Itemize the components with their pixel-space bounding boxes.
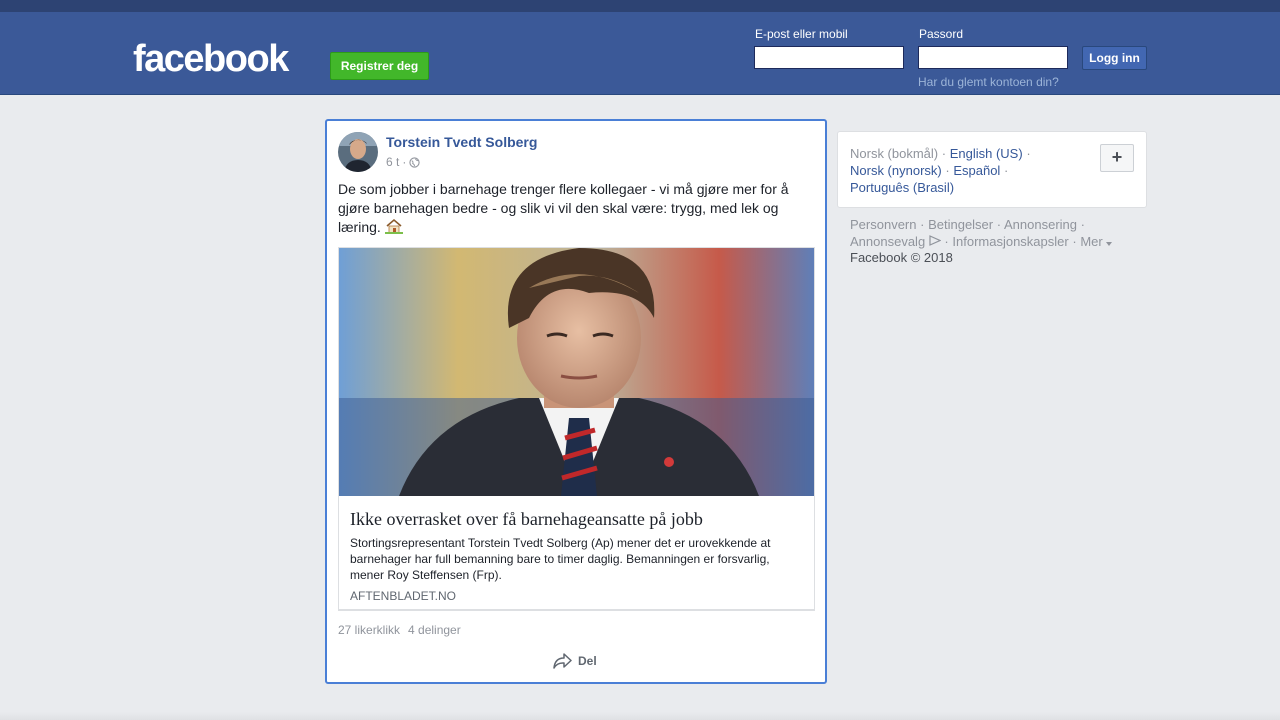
meta-separator: · <box>402 155 407 169</box>
post-meta: 6 t · <box>386 155 420 169</box>
language-list: Norsk (bokmål) · English (US) · Norsk (n… <box>850 145 1090 196</box>
link-title[interactable]: Ikke overrasket over få barnehageansatte… <box>350 508 790 530</box>
dot-separator: · <box>941 146 947 161</box>
language-box: Norsk (bokmål) · English (US) · Norsk (n… <box>837 131 1147 208</box>
link-domain: AFTENBLADET.NO <box>350 589 457 603</box>
footer-link[interactable]: Betingelser <box>928 217 993 232</box>
dot-separator: · <box>945 163 950 178</box>
post-stats: 27 likerklikk 4 delinger <box>338 623 461 637</box>
globe-icon <box>409 156 420 168</box>
current-language: Norsk (bokmål) <box>850 146 939 161</box>
author-name[interactable]: Torstein Tvedt Solberg <box>386 134 537 150</box>
footer-link[interactable]: Personvern <box>850 217 916 232</box>
link-body: Ikke overrasket over få barnehageansatte… <box>350 508 790 603</box>
footer-link[interactable]: Annonsevalg <box>850 234 925 249</box>
dot-separator: · <box>1003 163 1009 178</box>
footer-link[interactable]: Annonsering <box>1004 217 1077 232</box>
bottom-edge <box>0 712 1280 720</box>
post-text: De som jobber i barnehage trenger flere … <box>338 180 808 237</box>
like-count[interactable]: 27 likerklikk <box>338 623 400 637</box>
password-label: Passord <box>919 27 964 41</box>
author-avatar[interactable] <box>338 132 378 172</box>
login-button[interactable]: Logg inn <box>1082 46 1147 70</box>
email-label: E-post eller mobil <box>755 27 848 41</box>
footer-link[interactable]: Mer <box>1080 234 1102 249</box>
dot-separator: · <box>920 217 925 232</box>
top-strip <box>0 0 1280 12</box>
copyright: Facebook © 2018 <box>850 250 953 265</box>
language-option[interactable]: Norsk (nynorsk) <box>850 163 942 178</box>
more-languages-button[interactable]: + <box>1100 144 1134 172</box>
email-input[interactable] <box>754 46 904 69</box>
dot-separator: · <box>944 234 949 249</box>
post-body: De som jobber i barnehage trenger flere … <box>338 181 789 235</box>
footer-links: Personvern · Betingelser · Annonsering ·… <box>850 216 1140 250</box>
share-button[interactable]: Del <box>553 653 597 669</box>
share-count[interactable]: 4 delinger <box>408 623 461 637</box>
adchoices-icon <box>929 235 942 246</box>
caret-down-icon <box>1106 242 1113 246</box>
register-button[interactable]: Registrer deg <box>330 52 429 80</box>
link-description: Stortingsrepresentant Torstein Tvedt Sol… <box>350 536 771 582</box>
share-icon <box>553 653 572 669</box>
facebook-logo[interactable]: facebook <box>133 38 289 81</box>
dot-separator: · <box>1026 146 1031 161</box>
dot-separator: · <box>1072 234 1077 249</box>
link-image[interactable] <box>339 248 814 496</box>
share-label: Del <box>578 654 597 668</box>
house-emoji-icon <box>384 218 403 234</box>
header-bar: facebook Registrer deg E-post eller mobi… <box>0 12 1280 95</box>
footer-link[interactable]: Informasjonskapsler <box>952 234 1068 249</box>
dot-separator: · <box>996 217 1002 232</box>
dot-separator: · <box>1080 217 1085 232</box>
post-card: Torstein Tvedt Solberg 6 t · De som jobb… <box>325 119 827 684</box>
link-preview[interactable]: Ikke overrasket over få barnehageansatte… <box>338 247 815 611</box>
language-option[interactable]: Español <box>953 163 1000 178</box>
forgot-account-link[interactable]: Har du glemt kontoen din? <box>918 75 1059 89</box>
language-option[interactable]: Português (Brasil) <box>850 180 954 195</box>
post-time[interactable]: 6 t <box>386 155 399 169</box>
language-option[interactable]: English (US) <box>950 146 1023 161</box>
password-input[interactable] <box>918 46 1068 69</box>
